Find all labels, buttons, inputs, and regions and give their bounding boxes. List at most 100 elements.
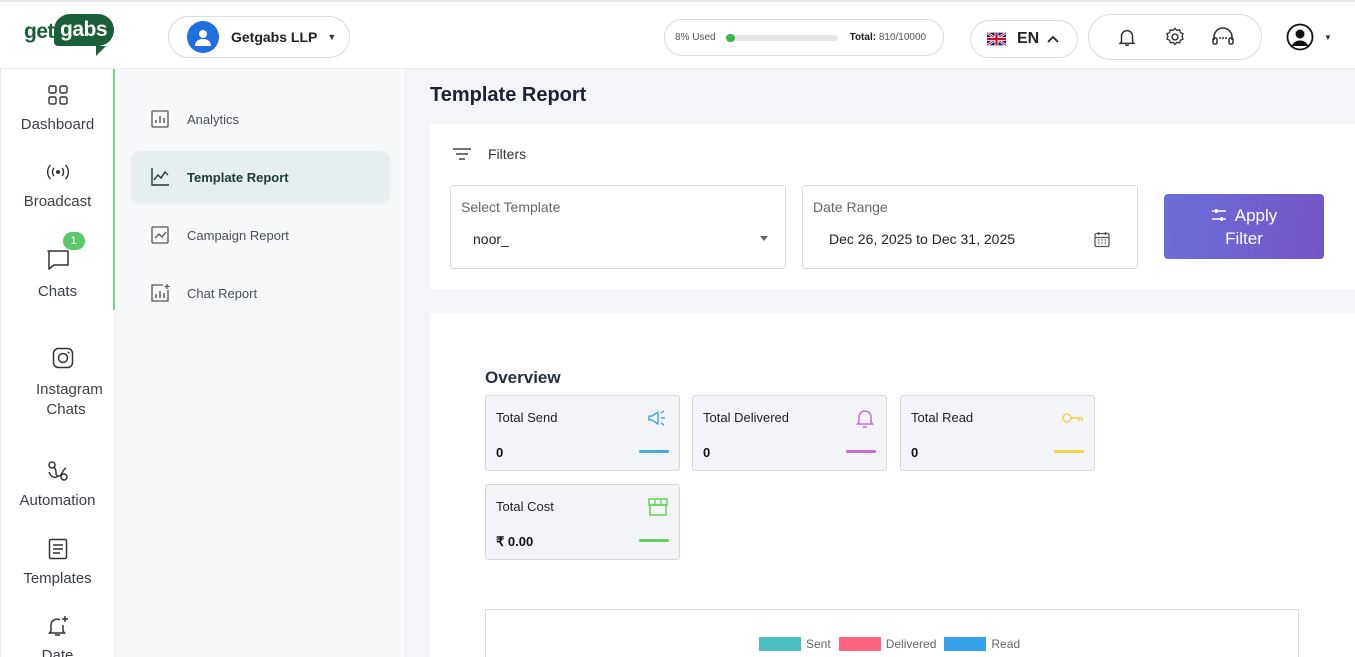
caret-down-icon: ▼ [327,32,337,42]
chart-legend: Sent Delivered Read [759,637,1028,651]
filter-lines-icon [453,148,471,160]
credit-usage-pill: 8% Used Total: 810/10000 [664,19,944,56]
megaphone-icon [647,408,669,428]
stat-title: Total Delivered [703,410,789,425]
sidebar-item-date[interactable]: Date [1,614,114,657]
store-icon [647,497,669,517]
org-name: Getgabs LLP [231,29,318,45]
apply-filter-label: Apply Filter [1225,205,1278,248]
stat-title: Total Read [911,410,974,425]
sidebar-item-chats[interactable]: 1 Chats [1,232,114,302]
bell-plus-icon [46,614,70,638]
legend-label: Delivered [885,637,937,651]
line-chart-icon [150,167,170,187]
usage-total: Total: 810/10000 [850,32,927,43]
bar-chart-icon [150,109,170,129]
notification-bell-icon[interactable] [1115,25,1139,49]
filters-header: Filters [452,146,526,162]
getgabs-logo[interactable]: get gabs [22,14,118,56]
automation-icon [46,459,70,483]
sidebar-item-label: Automation [19,492,96,509]
page-title: Template Report [430,84,587,106]
key-icon [1062,408,1084,428]
sidebar-item-label: Templates [23,570,92,587]
stat-card-total-read: Total Read 0 [900,395,1095,471]
grid-icon [46,83,70,107]
select-template-label: Select Template [461,199,561,215]
filters-label: Filters [488,146,527,162]
submenu-item-label: Analytics [187,111,240,127]
stat-card-total-delivered: Total Delivered 0 [692,395,887,471]
header-actions [1088,14,1262,60]
sidebar-item-templates[interactable]: Templates [1,537,114,589]
submenu-item-chat-report[interactable]: Chat Report [131,267,390,319]
broadcast-icon [46,160,70,184]
top-header: get gabs Getgabs LLP ▼ 8% Used Total: 81… [0,0,1355,69]
stat-value: 0 [496,445,504,460]
sidebar-item-instagram-chats[interactable]: Instagram Chats [1,346,114,420]
submenu-item-template-report[interactable]: Template Report [131,151,390,203]
legend-item-sent[interactable]: Sent [759,637,831,651]
sidebar-item-label: Instagram Chats [36,381,103,418]
submenu-item-label: Campaign Report [187,227,289,243]
legend-label: Read [991,637,1021,651]
sidebar-item-automation[interactable]: Automation [1,459,114,511]
sidebar-item-broadcast[interactable]: Broadcast [1,160,114,212]
usage-progress-bar [725,33,838,42]
date-range-label: Date Range [813,199,888,215]
unread-badge: 1 [62,232,85,250]
stat-accent-line [639,539,669,542]
logo-text-get: get [24,20,55,43]
language-code: EN [1017,30,1040,47]
date-range-value: Dec 26, 2025 to Dec 31, 2025 [829,231,1016,247]
date-range-picker[interactable]: Date Range Dec 26, 2025 to Dec 31, 2025 [802,185,1138,269]
user-profile-menu[interactable]: ▼ [1286,23,1332,51]
stat-card-total-cost: Total Cost ₹ 0.00 [485,484,680,560]
submenu-item-campaign-report[interactable]: Campaign Report [131,209,390,261]
stat-value: ₹ 0.00 [496,534,534,549]
stat-accent-line [639,450,669,453]
legend-swatch [759,637,801,651]
uk-flag-icon [987,32,1006,46]
dropdown-arrow-icon [760,236,768,241]
overview-panel: Overview Total Send 0 Total Delivered 0 … [430,313,1355,657]
chat-bubble-icon: 1 [46,232,85,272]
select-template-dropdown[interactable]: Select Template noor_ [450,185,786,269]
stat-title: Total Send [496,410,558,425]
submenu-item-label: Chat Report [187,285,258,301]
logo-text-gabs: gabs [60,18,108,41]
chart-plus-icon [150,283,170,303]
apply-filter-button[interactable]: Apply Filter [1164,194,1324,259]
bell-icon [854,408,876,428]
stat-card-total-send: Total Send 0 [485,395,680,471]
settings-gear-icon[interactable] [1163,25,1187,49]
legend-swatch [944,637,987,651]
usage-total-value: 810/10000 [878,32,927,43]
organization-selector[interactable]: Getgabs LLP ▼ [168,16,350,58]
legend-swatch [838,637,881,651]
language-selector[interactable]: EN [970,20,1078,58]
user-avatar-icon [1286,23,1314,51]
caret-down-icon: ▼ [1324,32,1332,42]
legend-item-delivered[interactable]: Delivered [838,637,937,651]
sidebar-item-label: Broadcast [23,193,92,210]
instagram-icon [51,346,75,370]
usage-progress-fill [725,33,735,42]
template-report-chart: Sent Delivered Read [485,609,1299,657]
legend-item-read[interactable]: Read [944,637,1020,651]
legend-label: Sent [806,637,831,651]
select-template-value: noor_ [473,231,509,247]
usage-percent-label: 8% Used [675,32,716,43]
submenu-item-label: Template Report [187,169,289,185]
stat-accent-line [1054,450,1084,453]
submenu-item-analytics[interactable]: Analytics [131,93,390,145]
apply-filter-content: Apply Filter [1196,204,1292,250]
overview-title: Overview [485,368,561,387]
support-headset-icon[interactable] [1211,25,1235,49]
stat-value: 0 [911,445,919,460]
sidebar-item-dashboard[interactable]: Dashboard [1,83,114,135]
sliders-icon [1211,208,1226,221]
calendar-icon[interactable] [1094,231,1110,248]
sidebar-item-label: Date [41,647,74,657]
filter-panel: Filters Select Template noor_ Date Range… [430,124,1355,289]
